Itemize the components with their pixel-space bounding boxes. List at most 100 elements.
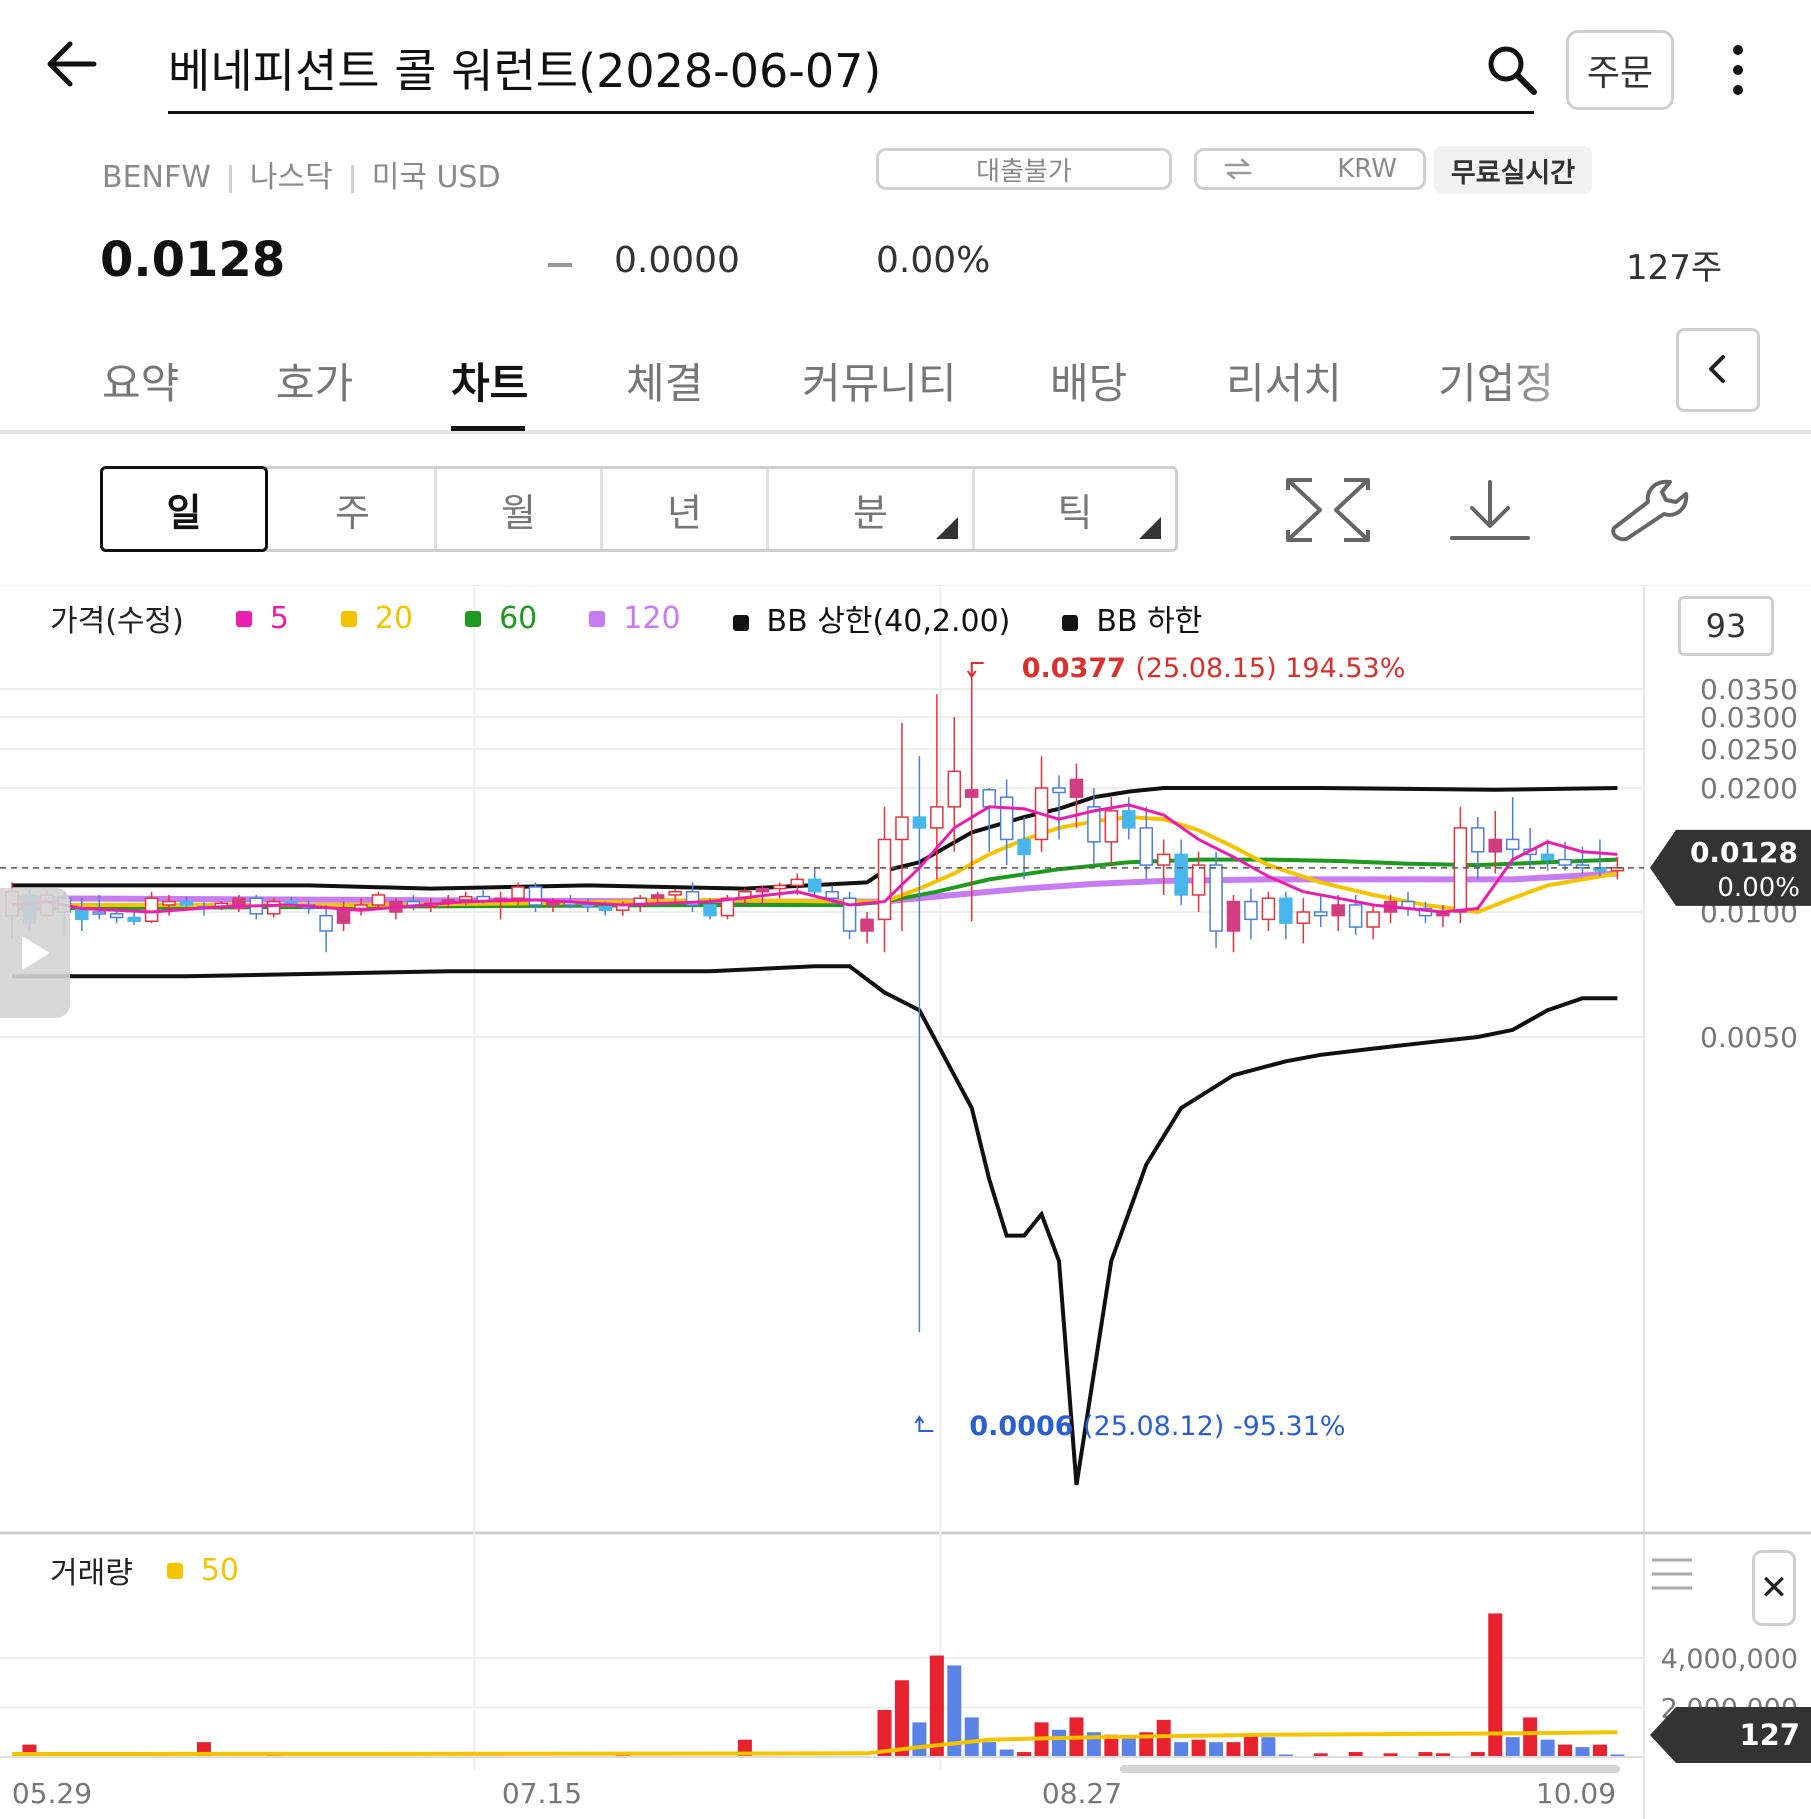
candle-body (1104, 810, 1119, 843)
tab-research[interactable]: 리서치 (1226, 350, 1342, 411)
legend-vol-ma50[interactable]: 50 (166, 1552, 239, 1588)
high-marker-value: 0.0377 (1022, 653, 1136, 684)
candle-body (371, 894, 386, 906)
period-day[interactable]: 일 (100, 466, 268, 552)
legend-ma120-label: 120 (623, 600, 681, 636)
candle-body (1314, 911, 1328, 917)
legend-dot (1062, 614, 1079, 631)
candle-body (965, 789, 979, 798)
period-week-label: 주 (335, 490, 370, 535)
candle-body (127, 916, 141, 923)
high-marker-label: 0.0377 (25.08.15) 194.53% (1022, 653, 1406, 684)
search-button[interactable] (1482, 40, 1542, 100)
period-month[interactable]: 월 (437, 469, 603, 549)
fullscreen-button[interactable] (1280, 472, 1376, 548)
candle-body (1052, 787, 1066, 794)
page-title: 베네피션트 콜 워런트(2028-06-07) (168, 44, 882, 98)
legend-vol-ma50-label: 50 (200, 1552, 239, 1588)
chart-background (0, 585, 1811, 1819)
candle-body (755, 887, 770, 893)
candle-body (999, 796, 1014, 841)
tab-scroll-button[interactable] (1676, 328, 1760, 412)
candle-body (1540, 853, 1555, 861)
candle-body (947, 770, 962, 808)
candle-body (92, 911, 106, 915)
volume-bar (1243, 1734, 1258, 1757)
candle-body (703, 904, 717, 917)
legend-dot (732, 614, 749, 631)
legend-bb-upper-label: BB 상한(40,2.00) (766, 604, 1011, 639)
volume-bar (912, 1722, 927, 1757)
realtime-badge[interactable]: 무료실시간 (1434, 146, 1592, 194)
chart-play-button[interactable] (0, 888, 70, 1018)
search-title-field[interactable]: 베네피션트 콜 워런트(2028-06-07) (168, 36, 1534, 114)
price-change-percent: 0.00% (876, 240, 991, 281)
period-tick[interactable]: 틱 (975, 469, 1175, 549)
order-button[interactable]: 주문 (1566, 30, 1674, 110)
legend-dot (340, 611, 357, 627)
legend-dot (166, 1563, 183, 1579)
legend-bb-lower-label: BB 하한 (1096, 604, 1203, 639)
candle-body (511, 886, 525, 899)
tab-chart[interactable]: 차트 (451, 350, 528, 411)
legend-ma20[interactable]: 20 (340, 601, 413, 636)
period-week[interactable]: 주 (271, 469, 437, 549)
volume-bar (1191, 1739, 1206, 1757)
volume-bar (1226, 1742, 1241, 1757)
period-year[interactable]: 년 (603, 469, 769, 549)
tab-orderbook[interactable]: 호가 (276, 350, 353, 411)
volume-bar (1121, 1737, 1136, 1757)
price-chart[interactable]: 0.03500.03000.02500.02000.01000.00500.01… (0, 585, 1811, 1819)
candle-body (877, 838, 892, 921)
currency: 미국 USD (371, 160, 501, 195)
candle-body (1174, 853, 1188, 896)
settings-button[interactable] (1604, 472, 1700, 548)
tab-dividend[interactable]: 배당 (1050, 350, 1127, 411)
chevron-left-icon (1709, 355, 1725, 383)
x-tick-label: 07.15 (502, 1777, 582, 1810)
dropdown-corner-icon (936, 517, 958, 539)
y-tick-label: 0.0300 (1700, 701, 1798, 734)
legend-ma5-label: 5 (269, 600, 289, 636)
candle-body (1191, 864, 1206, 896)
candle-body (1261, 897, 1276, 921)
legend-ma60[interactable]: 60 (465, 601, 537, 636)
period-selector: 일 주 월 년 분 틱 (100, 466, 1178, 552)
trade-volume: 127주 (1626, 248, 1723, 288)
candle-body (319, 914, 333, 932)
indicator-count-button[interactable]: 93 (1678, 596, 1774, 656)
candle-body (354, 904, 368, 910)
chart-scrollbar (1120, 1765, 1620, 1773)
volume-bar (929, 1655, 944, 1757)
volume-bar (964, 1717, 979, 1757)
legend-ma60-label: 60 (499, 600, 538, 636)
legend-bb-lower[interactable]: BB 하한 (1062, 596, 1202, 640)
more-button[interactable] (1718, 40, 1758, 100)
candle-body (458, 895, 473, 901)
tab-summary[interactable]: 요약 (102, 350, 179, 411)
legend-ma5[interactable]: 5 (235, 600, 289, 636)
legend-dot (465, 611, 482, 627)
candle-body (267, 900, 281, 915)
volume-bar (1540, 1739, 1555, 1757)
tab-trades[interactable]: 체결 (626, 350, 703, 411)
download-button[interactable] (1442, 472, 1538, 548)
dropdown-corner-icon (1139, 517, 1161, 539)
tab-community[interactable]: 커뮤니티 (802, 350, 957, 411)
legend-ma120[interactable]: 120 (589, 600, 681, 636)
volume-bar (1558, 1744, 1573, 1757)
low-marker-label: 0.0006 (25.08.12) -95.31% (969, 1411, 1345, 1442)
currency-toggle[interactable]: KRW (1194, 148, 1426, 190)
candle-body (1505, 838, 1520, 851)
back-button[interactable] (44, 36, 100, 92)
period-month-label: 월 (501, 490, 536, 535)
stock-meta: BENFW 나스닥 미국 USD (102, 152, 501, 196)
close-volume-button[interactable]: ✕ (1752, 1550, 1796, 1626)
period-minute[interactable]: 분 (769, 469, 975, 549)
volume-bar (982, 1742, 997, 1757)
legend-bb-upper[interactable]: BB 상한(40,2.00) (732, 596, 1011, 640)
download-icon (1450, 480, 1530, 540)
volume-menu-button[interactable] (1650, 1554, 1694, 1594)
candle-body (1471, 827, 1485, 853)
legend-dot (589, 611, 606, 627)
